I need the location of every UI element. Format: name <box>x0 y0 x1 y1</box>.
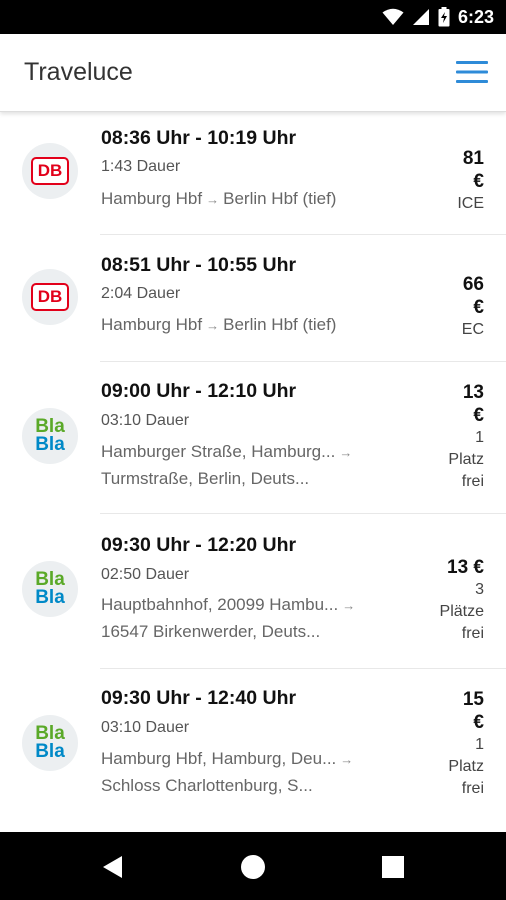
route-to: Turmstraße, Berlin, Deuts... <box>101 469 310 488</box>
connection-times: 09:30 Uhr - 12:40 Uhr <box>101 687 297 709</box>
connection-duration: 03:10 Dauer <box>101 719 190 736</box>
connection-duration: 03:10 Dauer <box>101 412 190 429</box>
route-from: Hauptbahnhof, 20099 Hambu... <box>101 595 339 614</box>
seats-free-label: frei <box>461 625 484 642</box>
price-column: 13 € 1 Platz frei <box>414 381 484 493</box>
back-button[interactable] <box>98 852 128 882</box>
arrow-right-icon: → <box>339 445 353 460</box>
connection-times: 09:30 Uhr - 12:20 Uhr <box>101 534 297 556</box>
price-amount: 15 <box>462 689 484 710</box>
connection-route: Hamburger Straße, Hamburg... → Turmstraße… <box>101 439 411 492</box>
hamburger-menu-icon <box>456 61 488 83</box>
connection-duration: 02:50 Dauer <box>101 566 190 583</box>
price-column: 13 € 3 Plätze frei <box>414 556 484 645</box>
route-from: Hamburger Straße, Hamburg... <box>101 442 336 461</box>
connection-duration: 1:43 Dauer <box>101 158 181 175</box>
route-to: Berlin Hbf (tief) <box>223 189 337 208</box>
db-logo-mark: DB <box>31 157 69 185</box>
arrow-right-icon: → <box>342 598 356 613</box>
connection-times: 08:36 Uhr - 10:19 Uhr <box>101 127 297 149</box>
blabla-logo: Bla Bla <box>22 715 78 771</box>
seats-free-label: frei <box>461 473 484 490</box>
status-bar: 6:23 <box>0 0 506 34</box>
price-currency: € <box>473 171 484 192</box>
route-to: Schloss Charlottenburg, S... <box>101 776 313 795</box>
home-button[interactable] <box>238 852 268 882</box>
price-column: 81 € ICE <box>414 147 484 215</box>
blabla-logo-bottom: Bla <box>35 741 65 762</box>
connection-row[interactable]: Bla Bla 09:00 Uhr - 12:10 Uhr 03:10 Daue… <box>0 362 506 514</box>
blabla-logo: Bla Bla <box>22 561 78 617</box>
connection-route: Hauptbahnhof, 20099 Hambu... → 16547 Birk… <box>101 592 411 645</box>
connection-row[interactable]: DB 08:36 Uhr - 10:19 Uhr 1:43 Dauer Hamb… <box>0 112 506 235</box>
db-logo: DB <box>22 269 78 325</box>
connection-route: Hamburg Hbf → Berlin Hbf (tief) <box>101 312 411 339</box>
seats-label: Plätze <box>439 603 484 620</box>
status-time: 6:23 <box>457 6 494 27</box>
seats-count: 1 <box>475 736 484 753</box>
connection-times: 09:00 Uhr - 12:10 Uhr <box>101 380 297 402</box>
arrow-right-icon: → <box>206 318 220 333</box>
system-nav-bar <box>0 832 506 900</box>
arrow-right-icon: → <box>340 752 354 767</box>
battery-charging-icon <box>438 7 450 27</box>
connection-row[interactable]: Bla Bla 09:30 Uhr - 12:20 Uhr 02:50 Daue… <box>0 514 506 669</box>
train-type: ICE <box>457 195 484 212</box>
seats-count: 3 <box>475 581 484 598</box>
price-amount: 66 <box>462 274 484 295</box>
price-currency: € <box>473 712 484 733</box>
blabla-logo-mark: Bla Bla <box>35 417 65 455</box>
route-to: Berlin Hbf (tief) <box>223 315 337 334</box>
db-logo-mark: DB <box>31 283 69 311</box>
home-icon <box>241 855 265 879</box>
recents-icon <box>382 856 404 878</box>
connection-route: Hamburg Hbf → Berlin Hbf (tief) <box>101 186 411 213</box>
route-to: 16547 Birkenwerder, Deuts... <box>101 622 321 641</box>
blabla-logo-bottom: Bla <box>35 587 65 608</box>
back-icon <box>103 856 122 878</box>
route-from: Hamburg Hbf <box>101 315 203 334</box>
price-amount: 81 <box>462 148 484 169</box>
app-bar: Traveluce <box>0 34 506 112</box>
connection-row[interactable]: Bla Bla 09:30 Uhr - 12:40 Uhr 03:10 Daue… <box>0 669 506 832</box>
connection-row[interactable]: DB 08:51 Uhr - 10:55 Uhr 2:04 Dauer Hamb… <box>0 235 506 362</box>
seats-free-label: frei <box>461 780 484 797</box>
blabla-logo-bottom: Bla <box>35 434 65 455</box>
hamburger-menu-button[interactable] <box>454 54 490 90</box>
status-icons: 6:23 <box>382 5 494 29</box>
price-currency: € <box>473 297 484 318</box>
blabla-logo-mark: Bla Bla <box>35 724 65 762</box>
db-logo: DB <box>22 143 78 199</box>
price-column: 15 € 1 Platz frei <box>414 688 484 800</box>
price-amount: 13 <box>462 382 484 403</box>
seats-label: Platz <box>448 451 484 468</box>
wifi-icon <box>382 8 404 25</box>
route-from: Hamburg Hbf <box>101 189 203 208</box>
connection-list: DB 08:36 Uhr - 10:19 Uhr 1:43 Dauer Hamb… <box>0 112 506 832</box>
seats-label: Platz <box>448 758 484 775</box>
cell-signal-icon <box>412 9 429 25</box>
blabla-logo: Bla Bla <box>22 408 78 464</box>
connection-times: 08:51 Uhr - 10:55 Uhr <box>101 254 297 276</box>
route-from: Hamburg Hbf, Hamburg, Deu... <box>101 749 337 768</box>
recents-button[interactable] <box>378 852 408 882</box>
blabla-logo-mark: Bla Bla <box>35 570 65 608</box>
app-title: Traveluce <box>24 58 133 86</box>
train-type: EC <box>461 321 484 338</box>
connection-route: Hamburg Hbf, Hamburg, Deu... → Schloss Ch… <box>101 746 411 799</box>
seats-count: 1 <box>475 429 484 446</box>
price-column: 66 € EC <box>414 273 484 341</box>
arrow-right-icon: → <box>206 192 220 207</box>
price-currency: € <box>473 405 484 426</box>
price-amount: 13 € <box>447 557 484 578</box>
connection-duration: 2:04 Dauer <box>101 285 181 302</box>
